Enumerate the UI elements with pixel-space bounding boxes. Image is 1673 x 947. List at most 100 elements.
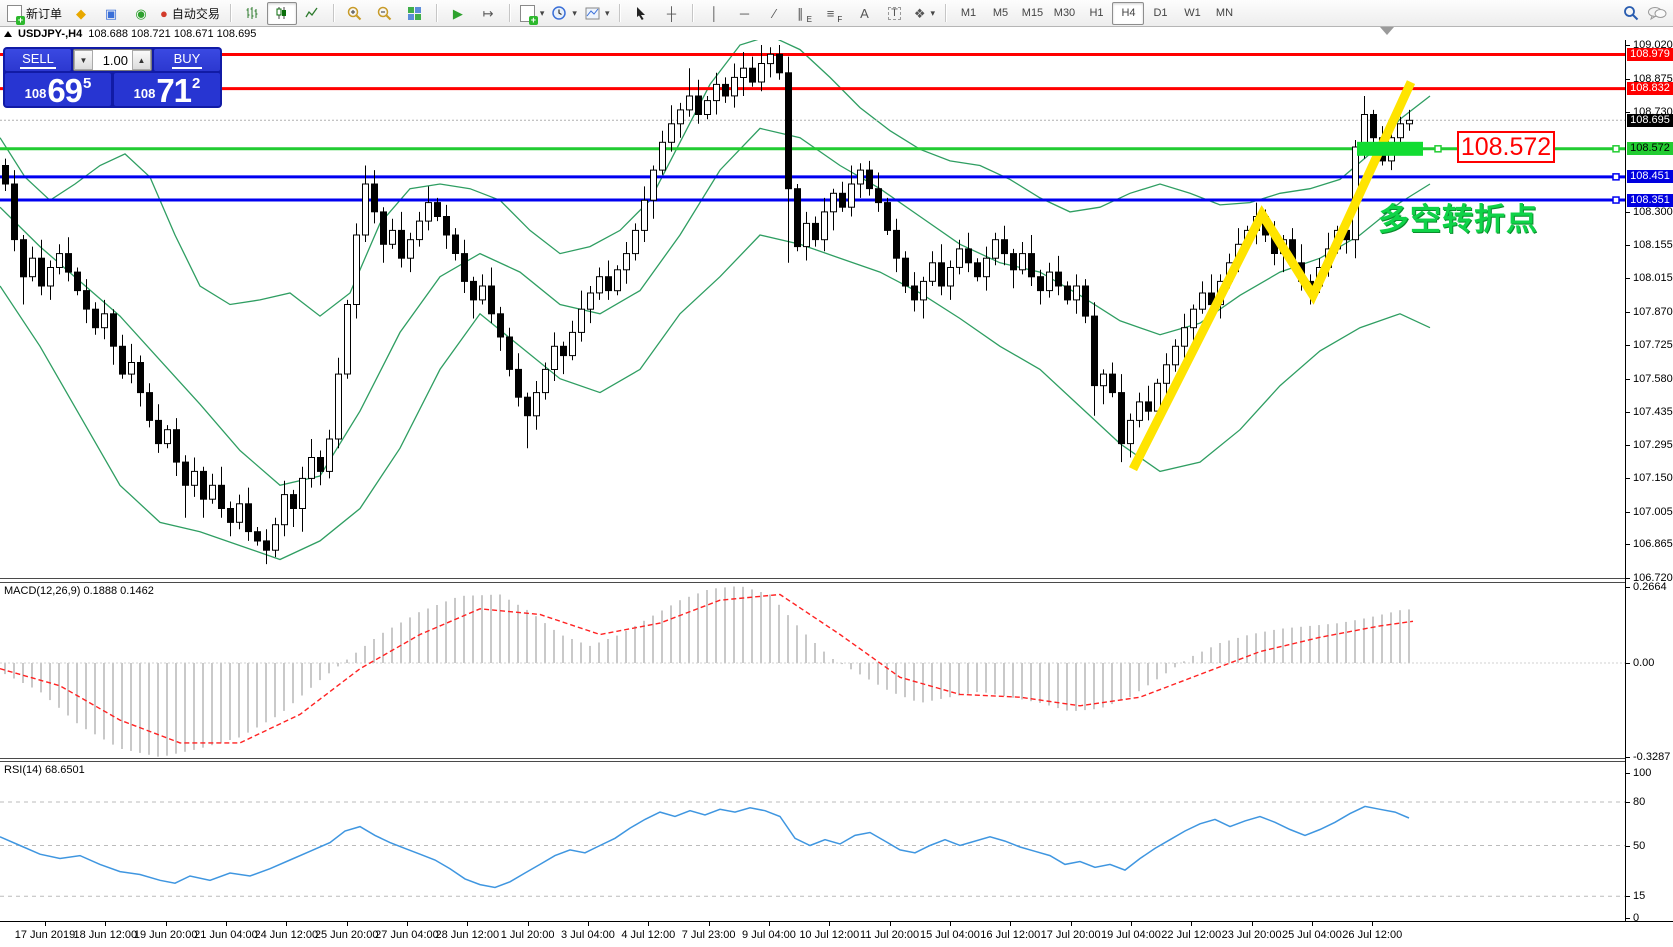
chart-shift-marker-icon[interactable] xyxy=(1380,27,1394,35)
time-axis-tick xyxy=(45,922,46,926)
auto-scroll-button[interactable]: ▶ xyxy=(443,2,473,25)
timeframe-button-h1[interactable]: H1 xyxy=(1080,2,1112,25)
candle-body xyxy=(237,504,243,523)
chart-shift-button[interactable]: ↦ xyxy=(473,2,503,25)
price-axis-tick xyxy=(1626,45,1630,46)
crosshair-button[interactable]: ┼ xyxy=(656,2,686,25)
candle-body xyxy=(1119,393,1125,444)
sell-price[interactable]: 108695 xyxy=(5,73,111,106)
line-handle[interactable] xyxy=(1613,197,1619,203)
candle-body xyxy=(939,263,945,286)
search-icon[interactable] xyxy=(1623,5,1639,21)
main-price-chart[interactable] xyxy=(0,40,1625,578)
timeframe-button-m1[interactable]: M1 xyxy=(952,2,984,25)
vertical-line-button[interactable]: │ xyxy=(699,2,729,25)
candle-body xyxy=(192,471,198,485)
templates-button[interactable]: ▾ xyxy=(581,2,614,25)
rsi-label: RSI(14) 68.6501 xyxy=(4,764,85,776)
time-axis-tick xyxy=(829,922,830,926)
text-button[interactable]: A xyxy=(849,2,879,25)
candle-body xyxy=(1164,365,1170,384)
periods-button[interactable]: ▾ xyxy=(548,2,581,25)
volume-decrease-button[interactable]: ▼ xyxy=(74,50,93,70)
text-label-button[interactable]: T xyxy=(879,2,909,25)
cursor-button[interactable] xyxy=(626,2,656,25)
candle-body xyxy=(714,84,720,100)
terminal-button[interactable]: ▣ xyxy=(96,2,126,25)
line-handle[interactable] xyxy=(1613,146,1619,152)
timeframe-button-m5[interactable]: M5 xyxy=(984,2,1016,25)
price-callout-box[interactable]: 108.572 xyxy=(1457,131,1555,163)
price-axis-tick xyxy=(1626,245,1630,246)
candle-body xyxy=(588,293,594,309)
buy-price[interactable]: 108712 xyxy=(114,73,220,106)
time-axis-tick xyxy=(648,922,649,926)
candle-body xyxy=(219,485,225,508)
time-axis[interactable]: 17 Jun 201918 Jun 12:0019 Jun 20:0021 Ju… xyxy=(0,921,1673,947)
fibonacci-button[interactable]: ≡F xyxy=(819,2,849,25)
line-chart-button[interactable] xyxy=(297,2,327,25)
zoom-out-button[interactable] xyxy=(370,2,400,25)
candlestick-button[interactable] xyxy=(267,2,297,25)
price-level-label: 108.832 xyxy=(1627,82,1673,95)
timeframe-button-h4[interactable]: H4 xyxy=(1112,2,1144,25)
candle-body xyxy=(372,184,378,212)
volume-increase-button[interactable]: ▲ xyxy=(132,50,151,70)
candle-body xyxy=(1146,402,1152,411)
time-axis-label: 16 Jul 12:00 xyxy=(980,929,1040,941)
yellow-zigzag-trendline[interactable] xyxy=(1133,82,1411,469)
timeframe-button-m15[interactable]: M15 xyxy=(1016,2,1048,25)
chart-collapse-icon[interactable] xyxy=(4,31,12,37)
green-highlight-rect[interactable] xyxy=(1357,142,1423,156)
chat-icon[interactable] xyxy=(1647,6,1667,21)
candle-body xyxy=(579,309,585,332)
trendline-button[interactable]: ∕ xyxy=(759,2,789,25)
time-axis-label: 18 Jun 12:00 xyxy=(74,929,138,941)
channel-button[interactable]: ∥E xyxy=(789,2,819,25)
arrows-icon: ❖ xyxy=(914,7,926,20)
candle-body xyxy=(174,430,180,462)
timeframe-button-mn[interactable]: MN xyxy=(1208,2,1240,25)
auto-trading-button[interactable]: ● 自动交易 xyxy=(156,2,224,25)
time-axis-label: 17 Jun 2019 xyxy=(15,929,76,941)
pivot-annotation-text[interactable]: 多空转折点 xyxy=(1378,194,1538,239)
chart-window-title: USDJPY-,H4 108.688 108.721 108.671 108.6… xyxy=(0,27,1673,40)
timeframe-button-m30[interactable]: M30 xyxy=(1048,2,1080,25)
rsi-pane[interactable] xyxy=(0,762,1625,921)
indicators-icon: + xyxy=(520,5,535,22)
time-axis-tick xyxy=(347,922,348,926)
time-axis-tick xyxy=(588,922,589,926)
candle-body xyxy=(444,217,450,236)
candle-body xyxy=(228,509,234,523)
candle-body xyxy=(534,393,540,416)
arrows-button[interactable]: ❖▾ xyxy=(909,2,939,25)
candle-body xyxy=(390,230,396,244)
time-axis-tick xyxy=(105,922,106,926)
tile-windows-button[interactable] xyxy=(400,2,430,25)
line-handle[interactable] xyxy=(1435,146,1441,152)
candle-body xyxy=(804,223,810,246)
new-order-button[interactable]: + 新订单 xyxy=(3,2,66,25)
candle-body xyxy=(552,346,558,369)
macd-pane[interactable] xyxy=(0,583,1625,758)
zoom-in-button[interactable] xyxy=(340,2,370,25)
volume-value[interactable]: 1.00 xyxy=(93,50,132,70)
candle-body xyxy=(1110,374,1116,393)
time-axis-tick xyxy=(1312,922,1313,926)
timeframe-button-w1[interactable]: W1 xyxy=(1176,2,1208,25)
sell-button[interactable]: SELL xyxy=(5,49,71,71)
bar-chart-button[interactable] xyxy=(237,2,267,25)
metaeditor-button[interactable]: ◆ xyxy=(66,2,96,25)
horizontal-line-button[interactable]: ─ xyxy=(729,2,759,25)
candle-body xyxy=(894,230,900,258)
candle-body xyxy=(849,184,855,207)
toolbar-separator xyxy=(619,4,620,22)
line-handle[interactable] xyxy=(1613,174,1619,180)
price-axis[interactable]: 109.020108.875108.730108.300108.155108.0… xyxy=(1625,40,1673,921)
buy-button[interactable]: BUY xyxy=(154,49,220,71)
signals-button[interactable]: ◉ xyxy=(126,2,156,25)
timeframe-button-d1[interactable]: D1 xyxy=(1144,2,1176,25)
toolbar-separator xyxy=(230,4,231,22)
indicators-button[interactable]: + ▾ xyxy=(516,2,549,25)
candle-body xyxy=(525,397,531,416)
